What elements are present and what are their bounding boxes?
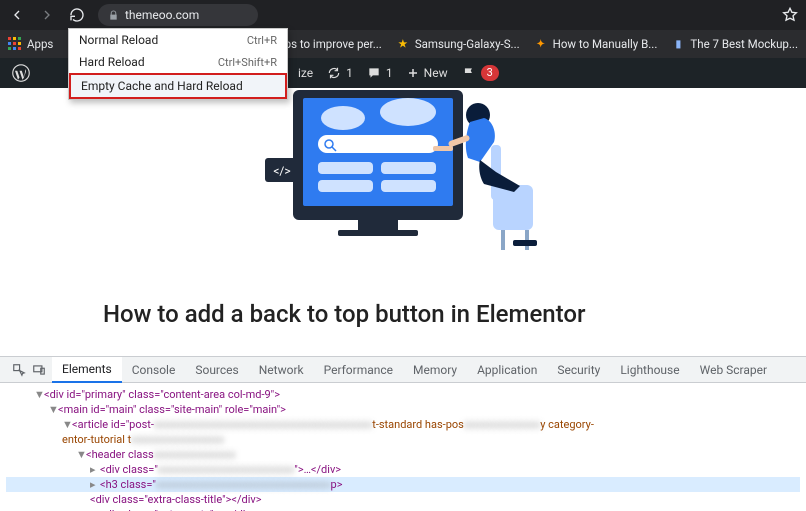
devtools-tab-webscraper[interactable]: Web Scraper <box>690 357 777 383</box>
wp-updates[interactable]: 1 <box>327 66 353 80</box>
ctx-normal-reload[interactable]: Normal Reload Ctrl+R <box>69 29 287 51</box>
page-content: </> How to add a back to top button in E… <box>0 88 806 356</box>
devtools-tab-performance[interactable]: Performance <box>314 357 403 383</box>
bookmark-favicon: ▮ <box>671 37 685 51</box>
bookmark-item[interactable]: ✦ How to Manually B... <box>534 37 658 51</box>
inspect-icon[interactable] <box>12 363 26 377</box>
ctx-empty-cache-hard-reload[interactable]: Empty Cache and Hard Reload <box>69 73 287 99</box>
bookmark-star-icon[interactable] <box>782 7 798 23</box>
bookmark-label: Tips to improve per... <box>275 37 382 51</box>
back-button[interactable] <box>8 6 26 24</box>
bookmark-label: How to Manually B... <box>553 37 658 51</box>
devtools-tab-sources[interactable]: Sources <box>185 357 248 383</box>
plus-icon <box>407 67 419 79</box>
apps-button[interactable]: Apps <box>8 37 53 51</box>
comment-icon <box>367 66 381 80</box>
updates-icon <box>327 66 341 80</box>
forward-button[interactable] <box>38 6 56 24</box>
devtools-tab-memory[interactable]: Memory <box>403 357 467 383</box>
devtools-panel: Elements Console Sources Network Perform… <box>0 356 806 511</box>
wp-comments[interactable]: 1 <box>367 66 393 80</box>
lock-icon <box>108 10 119 21</box>
bookmark-label: Samsung-Galaxy-S... <box>415 37 520 51</box>
apps-grid-icon <box>8 37 22 51</box>
ctx-label: Hard Reload <box>79 55 145 69</box>
browser-toolbar: themeoo.com <box>0 0 806 30</box>
wordpress-icon[interactable] <box>12 64 30 82</box>
device-toggle-icon[interactable] <box>32 363 46 377</box>
svg-text:</>: </> <box>273 164 290 178</box>
wp-comments-count: 1 <box>386 66 393 80</box>
star-icon: ★ <box>396 37 410 51</box>
devtools-tab-network[interactable]: Network <box>249 357 314 383</box>
wp-notif-badge: 3 <box>481 65 499 81</box>
ctx-shortcut: Ctrl+R <box>247 34 277 47</box>
wp-new-label: New <box>424 66 448 80</box>
wp-notifications[interactable]: 3 <box>462 65 499 81</box>
devtools-elements-tree[interactable]: ▼<div id="primary" class="content-area c… <box>0 383 806 511</box>
devtools-tab-lighthouse[interactable]: Lighthouse <box>610 357 689 383</box>
reload-context-menu: Normal Reload Ctrl+R Hard Reload Ctrl+Sh… <box>68 28 288 100</box>
illustration-svg: </> <box>233 90 573 260</box>
ctx-label: Empty Cache and Hard Reload <box>81 79 243 93</box>
bookmark-item[interactable]: ▮ The 7 Best Mockup... <box>671 37 798 51</box>
ctx-label: Normal Reload <box>79 33 158 47</box>
devtools-tab-console[interactable]: Console <box>122 357 186 383</box>
devtools-tab-security[interactable]: Security <box>547 357 610 383</box>
url-text: themeoo.com <box>125 8 199 22</box>
devtools-tab-elements[interactable]: Elements <box>52 357 122 383</box>
page-title: How to add a back to top button in Eleme… <box>103 300 703 328</box>
wp-updates-count: 1 <box>346 66 353 80</box>
apps-label: Apps <box>27 37 53 51</box>
bookmark-item[interactable]: ★ Samsung-Galaxy-S... <box>396 37 520 51</box>
devtools-tabs: Elements Console Sources Network Perform… <box>0 357 806 383</box>
bookmark-label: The 7 Best Mockup... <box>690 37 798 51</box>
reload-button[interactable] <box>68 6 86 24</box>
hero-illustration: </> <box>0 90 806 260</box>
address-bar[interactable]: themeoo.com <box>98 4 258 26</box>
ctx-hard-reload[interactable]: Hard Reload Ctrl+Shift+R <box>69 51 287 73</box>
bookmark-favicon: ✦ <box>534 37 548 51</box>
wp-new[interactable]: New <box>407 66 448 80</box>
devtools-tab-application[interactable]: Application <box>467 357 547 383</box>
flag-icon <box>462 66 476 80</box>
ctx-shortcut: Ctrl+Shift+R <box>218 56 277 69</box>
wp-customize-fragment[interactable]: ize <box>298 66 313 80</box>
